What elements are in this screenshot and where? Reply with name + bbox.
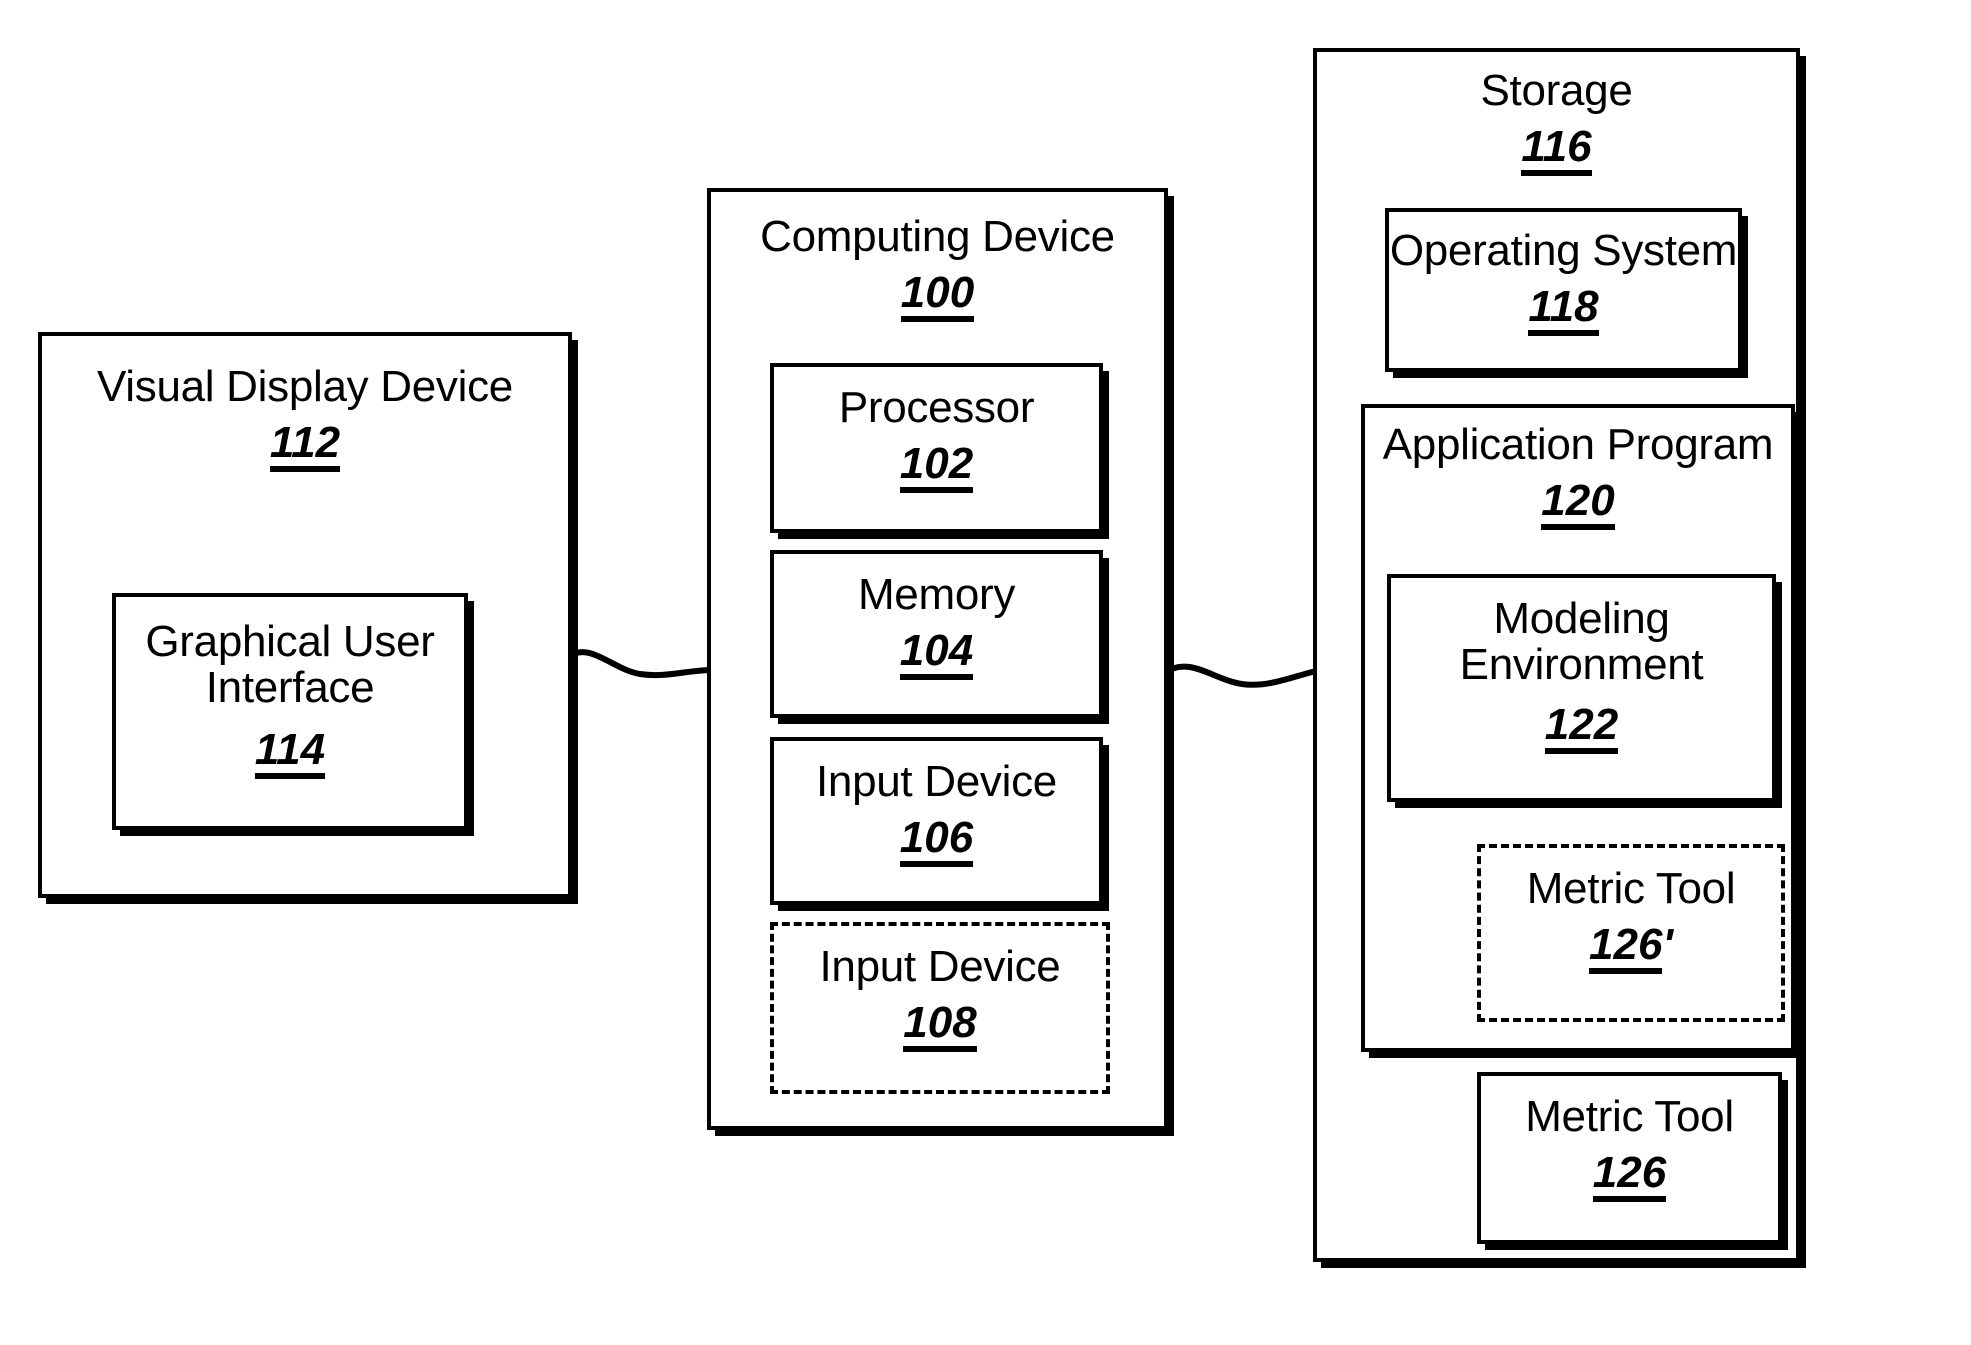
block-label-graphical-user-interface: Graphical User Interface (145, 617, 435, 713)
ref-number-126: 126 (1592, 1151, 1667, 1202)
block-modeling-environment: Modeling Environment 122 (1387, 574, 1776, 802)
block-ref-visual-display-device: 112 (42, 418, 568, 472)
block-label-operating-system: Operating System (1389, 226, 1738, 275)
block-metric-tool-126-prime: Metric Tool 126' (1477, 844, 1785, 1022)
block-ref-operating-system: 118 (1389, 282, 1738, 336)
ref-number-126-prime: 126 (1589, 923, 1663, 974)
block-ref-graphical-user-interface: 114 (116, 725, 464, 779)
ref-number-116: 116 (1521, 125, 1592, 176)
block-label-modeling-environment: Modeling Environment (1459, 594, 1704, 690)
block-ref-metric-tool-126-prime: 126' (1481, 920, 1781, 974)
block-label-visual-display-device: Visual Display Device (97, 362, 513, 411)
ref-number-100: 100 (900, 271, 975, 322)
block-label-storage: Storage (1480, 66, 1633, 115)
block-ref-metric-tool-126: 126 (1481, 1148, 1778, 1202)
block-ref-input-device-106: 106 (774, 813, 1099, 867)
block-processor: Processor 102 (770, 363, 1103, 533)
block-ref-processor: 102 (774, 439, 1099, 493)
ref-number-120: 120 (1541, 479, 1615, 530)
block-memory: Memory 104 (770, 550, 1103, 718)
block-visual-display-device: Visual Display Device 112 Graphical User… (38, 332, 572, 898)
block-storage: Storage 116 Operating System 118 Applica… (1313, 48, 1800, 1262)
block-label-computing-device: Computing Device (760, 212, 1115, 261)
block-metric-tool-126: Metric Tool 126 (1477, 1072, 1782, 1244)
ref-number-108: 108 (903, 1001, 977, 1052)
block-ref-computing-device: 100 (711, 268, 1164, 322)
block-label-input-device-108: Input Device (819, 942, 1061, 991)
block-label-memory: Memory (857, 570, 1016, 619)
block-operating-system: Operating System 118 (1385, 208, 1742, 372)
ref-number-104: 104 (899, 629, 974, 680)
block-label-application-program: Application Program (1382, 420, 1774, 469)
ref-number-122: 122 (1544, 703, 1619, 754)
block-graphical-user-interface: Graphical User Interface 114 (112, 593, 468, 830)
block-label-metric-tool-126: Metric Tool (1525, 1092, 1734, 1141)
ref-number-118: 118 (1528, 285, 1599, 336)
block-ref-application-program: 120 (1365, 476, 1791, 530)
block-ref-input-device-108: 108 (774, 998, 1106, 1052)
block-label-metric-tool-126-prime: Metric Tool (1526, 864, 1736, 913)
ref-prime-mark: ' (1662, 920, 1673, 969)
block-application-program: Application Program 120 Modeling Environ… (1361, 404, 1795, 1052)
block-ref-modeling-environment: 122 (1391, 700, 1772, 754)
ref-number-102: 102 (899, 442, 974, 493)
ref-number-112: 112 (269, 421, 341, 472)
block-label-input-device-106: Input Device (816, 757, 1057, 806)
block-input-device-108: Input Device 108 (770, 922, 1110, 1094)
block-ref-memory: 104 (774, 626, 1099, 680)
block-computing-device: Computing Device 100 Processor 102 Memor… (707, 188, 1168, 1130)
block-input-device-106: Input Device 106 (770, 737, 1103, 905)
patent-figure: Visual Display Device 112 Graphical User… (0, 0, 1971, 1345)
block-label-processor: Processor (838, 383, 1035, 432)
connector-display-to-computing (568, 630, 714, 700)
connector-computing-to-storage (1164, 630, 1322, 700)
block-ref-storage: 116 (1317, 122, 1796, 176)
ref-number-114: 114 (254, 728, 326, 779)
ref-number-106: 106 (899, 816, 974, 867)
